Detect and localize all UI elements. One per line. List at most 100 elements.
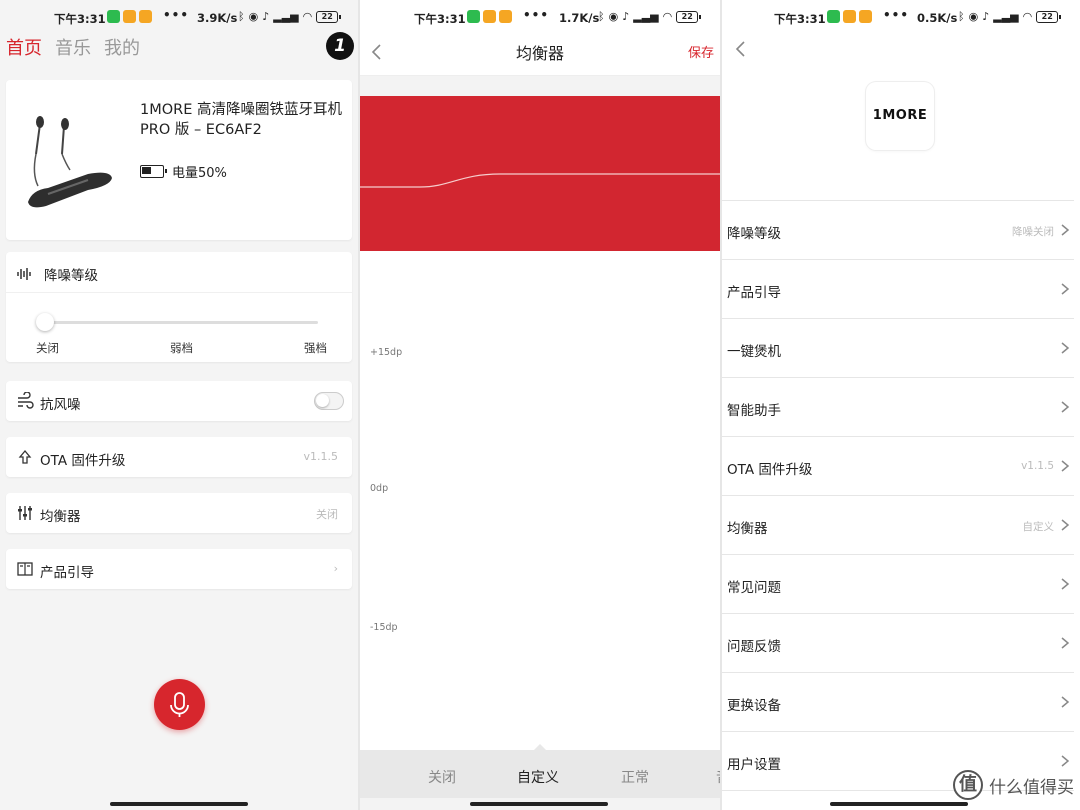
preset-normal[interactable]: 正常 [621, 767, 649, 787]
upgrade-icon [18, 449, 32, 464]
settings-row[interactable]: 一键煲机 [722, 319, 1074, 378]
wind-noise-toggle[interactable] [314, 392, 344, 410]
noise-level-slider-knob[interactable] [36, 313, 54, 331]
settings-row[interactable]: 均衡器 自定义 [722, 496, 1074, 555]
settings-row[interactable]: 降噪等级 降噪关闭 [722, 201, 1074, 260]
tab-music[interactable]: 音乐 [55, 34, 91, 60]
equalizer-header: 均衡器 保存 [360, 34, 720, 76]
notification-icons [467, 10, 512, 23]
settings-row-value: 自定义 [1022, 521, 1055, 533]
mute-icon: ♪ [982, 10, 990, 23]
product-guide-row[interactable]: 产品引导 › [6, 549, 352, 589]
network-speed: 1.7K/s [559, 11, 600, 25]
noise-level-slider-track[interactable] [44, 321, 318, 324]
system-icons: ᛒ ◉ ♪ ▂▃▅ ◠ 22 [238, 10, 342, 23]
mute-icon: ♪ [262, 10, 270, 23]
eq-bands-area [360, 251, 720, 750]
equalizer-status: 关闭 [316, 508, 338, 521]
back-arrow-icon[interactable] [730, 38, 752, 60]
product-guide-label: 产品引导 [40, 565, 94, 581]
settings-row[interactable]: OTA 固件升级 v1.1.5 [722, 437, 1074, 496]
watermark: 值 什么值得买 [953, 770, 1074, 800]
signal-icon: ▂▃▅ [273, 10, 299, 23]
home-screen: 下午3:31 ••• 3.9K/s ᛒ ◉ ♪ ▂▃▅ ◠ 22 首页 音乐 我… [0, 0, 358, 810]
settings-row[interactable]: 产品引导 [722, 260, 1074, 319]
settings-row-label: 更换设备 [727, 698, 781, 714]
wifi-icon: ◠ [662, 10, 673, 23]
equalizer-row[interactable]: 均衡器 关闭 [6, 493, 352, 533]
save-button[interactable]: 保存 [688, 42, 714, 61]
ota-upgrade-label: OTA 固件升级 [40, 453, 126, 469]
chevron-right-icon [1061, 755, 1070, 767]
ota-version: v1.1.5 [303, 450, 339, 463]
status-time: 下午3:31 [774, 12, 826, 26]
network-speed: 3.9K/s [197, 11, 238, 25]
settings-row[interactable]: 智能助手 [722, 378, 1074, 437]
status-bar: 下午3:31 ••• 0.5K/s ᛒ ◉ ♪ ▂▃▅ ◠ 22 [722, 0, 1080, 34]
status-bar: 下午3:31 ••• 3.9K/s ᛒ ◉ ♪ ▂▃▅ ◠ 22 [0, 0, 358, 34]
app-icon [499, 10, 512, 23]
signal-icon: ▂▃▅ [993, 10, 1019, 23]
chevron-right-icon [1061, 637, 1070, 649]
eq-curve-line [360, 173, 720, 188]
mute-icon: ♪ [622, 10, 630, 23]
settings-row[interactable]: 问题反馈 [722, 614, 1074, 673]
settings-row-label: 产品引导 [727, 285, 781, 301]
app-icon [123, 10, 136, 23]
chevron-right-icon [1061, 401, 1070, 413]
chevron-right-icon: › [333, 562, 338, 575]
microphone-icon [170, 692, 189, 717]
notification-icons [827, 10, 872, 23]
home-indicator[interactable] [470, 802, 608, 806]
tab-home[interactable]: 首页 [6, 34, 42, 60]
home-indicator[interactable] [830, 802, 968, 806]
battery-icon: 22 [316, 10, 342, 23]
equalizer-label: 均衡器 [40, 509, 81, 525]
watermark-logo-icon: 值 [953, 770, 983, 800]
chevron-right-icon [1061, 342, 1070, 354]
settings-row-label: 用户设置 [727, 757, 781, 773]
network-speed: 0.5K/s [917, 11, 958, 25]
wind-icon [18, 392, 34, 409]
wechat-icon [467, 10, 480, 23]
preset-bar: 关闭 自定义 正常 音 [360, 744, 720, 798]
chevron-right-icon [1061, 224, 1070, 236]
preset-off[interactable]: 关闭 [428, 767, 456, 787]
wifi-icon: ◠ [1022, 10, 1033, 23]
settings-row[interactable]: 更换设备 [722, 673, 1074, 732]
noise-option-off[interactable]: 关闭 [36, 340, 59, 356]
product-card[interactable]: 1MORE 高清降噪圈铁蓝牙耳机 PRO 版 – EC6AF2 电量50% [6, 80, 352, 240]
bluetooth-icon: ᛒ [238, 10, 245, 23]
chevron-right-icon [1061, 696, 1070, 708]
noise-option-strong[interactable]: 强档 [304, 340, 327, 356]
chevron-right-icon [1061, 519, 1070, 531]
settings-screen: 下午3:31 ••• 0.5K/s ᛒ ◉ ♪ ▂▃▅ ◠ 22 1MORE 降… [722, 0, 1080, 810]
chevron-right-icon [1061, 578, 1070, 590]
home-indicator[interactable] [110, 802, 248, 806]
product-name: 1MORE 高清降噪圈铁蓝牙耳机 PRO 版 – EC6AF2 [140, 102, 342, 138]
noise-option-weak[interactable]: 弱档 [170, 340, 193, 356]
bluetooth-icon: ᛒ [958, 10, 965, 23]
brand-logo-icon[interactable]: 1 [326, 32, 354, 60]
settings-row[interactable]: 常见问题 [722, 555, 1074, 614]
preset-custom[interactable]: 自定义 [517, 767, 559, 787]
page-title: 均衡器 [515, 44, 564, 63]
eq-curve-panel [360, 96, 720, 251]
tab-mine[interactable]: 我的 [104, 34, 140, 60]
guide-book-icon [17, 562, 33, 576]
voice-assistant-button[interactable] [154, 679, 205, 730]
db-label-mid: 0dp [370, 483, 389, 494]
divider [6, 292, 352, 293]
ota-upgrade-row[interactable]: OTA 固件升级 v1.1.5 [6, 437, 352, 477]
wind-noise-row[interactable]: 抗风噪 [6, 381, 352, 421]
more-notifications-icon: ••• [163, 8, 190, 22]
vibrate-icon: ◉ [608, 10, 619, 23]
settings-row-label: 常见问题 [727, 580, 781, 596]
preset-more[interactable]: 音 [716, 767, 720, 787]
wechat-icon [107, 10, 120, 23]
chevron-right-icon [1061, 283, 1070, 295]
wind-noise-label: 抗风噪 [40, 397, 81, 413]
db-label-bottom: -15dp [370, 622, 398, 633]
battery-icon: 22 [676, 10, 702, 23]
settings-header [722, 34, 1080, 76]
